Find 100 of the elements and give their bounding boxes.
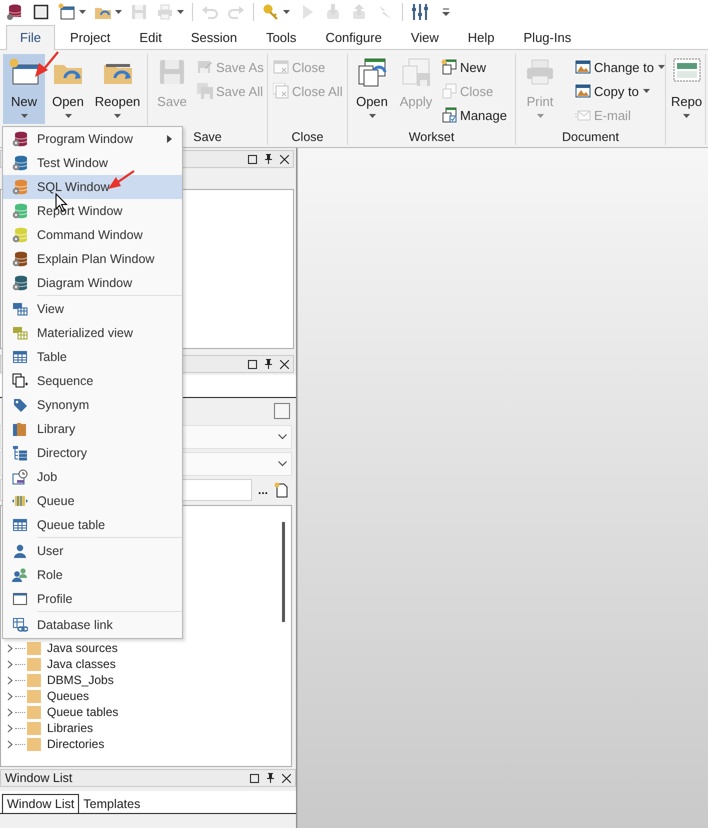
floppy-icon (130, 3, 148, 21)
ribbon-button[interactable]: Copy to (573, 79, 667, 103)
browse-button[interactable]: ... (258, 483, 268, 497)
ribbon-tab[interactable]: Edit (125, 25, 176, 50)
scrollbar[interactable] (282, 522, 285, 622)
menu-item[interactable]: Queue (3, 489, 182, 513)
menu-item[interactable]: Command Window (3, 223, 182, 247)
ribbon-button[interactable]: New (439, 55, 509, 79)
ribbon-tab[interactable]: Help (454, 25, 509, 50)
close-icon (280, 360, 289, 368)
caret-icon (177, 10, 184, 14)
caret-icon (114, 114, 121, 118)
pin-icon (264, 359, 273, 369)
folder-icon (27, 721, 41, 735)
menu-item[interactable]: Synonym (3, 393, 182, 417)
windows-icon (441, 83, 457, 99)
new-window-icon (58, 3, 76, 21)
link-icon (12, 617, 28, 633)
panel-tab[interactable]: Window List (2, 794, 80, 813)
caret-icon (368, 114, 376, 118)
floppies-icon (197, 83, 213, 99)
table-icon (12, 349, 28, 365)
ribbon-tab[interactable]: Plug-Ins (510, 25, 586, 50)
tree-item[interactable]: Java classes (47, 657, 116, 671)
view-icon (12, 325, 28, 341)
ribbon-tab[interactable]: Configure (311, 25, 396, 50)
tree-item[interactable]: Directories (47, 737, 104, 751)
ribbon-button[interactable]: Manage (439, 103, 509, 127)
ribbon-button[interactable]: Open (47, 54, 89, 124)
ribbon-button[interactable]: Open (351, 54, 393, 124)
ribbon-tab[interactable]: File (6, 25, 55, 50)
folder-icon (27, 673, 41, 687)
caret-icon (64, 114, 72, 118)
pin-icon (266, 773, 275, 783)
menu-item[interactable]: Job (3, 465, 182, 489)
maximize-icon (250, 774, 259, 782)
user-icon (12, 543, 28, 559)
menu-item[interactable]: Materialized view (3, 321, 182, 345)
windows-floppy-icon (400, 56, 432, 88)
caret-icon (115, 10, 122, 14)
stack-icon (12, 373, 28, 389)
folder-icon (27, 641, 41, 655)
sliders-icon (411, 3, 429, 21)
caret-icon (683, 114, 690, 118)
ribbon-button[interactable]: Repo (669, 54, 702, 124)
queue-icon (12, 493, 28, 509)
menu-item[interactable]: Profile (3, 587, 182, 611)
menu-item[interactable]: Sequence (3, 369, 182, 393)
menu-item[interactable]: Database link (3, 613, 182, 637)
tree-item[interactable]: Queue tables (47, 705, 118, 719)
tree-item[interactable]: Java sources (47, 641, 118, 655)
close-icon (280, 154, 289, 164)
group-label: Workset (408, 129, 454, 145)
undo-icon (201, 3, 219, 21)
panel-tab[interactable]: Templates (79, 795, 144, 813)
ribbon-button[interactable]: Reopen (91, 54, 144, 124)
caret-icon (642, 89, 650, 93)
menu-item[interactable]: Diagram Window (3, 271, 182, 295)
new-document-icon (274, 482, 288, 498)
pin-icon (264, 154, 273, 164)
database-icon (6, 3, 24, 21)
table-icon (12, 517, 28, 533)
windows-icon (356, 56, 388, 88)
download-icon (324, 3, 342, 21)
menu-item[interactable]: Program Window (3, 127, 182, 151)
menu-item[interactable]: Report Window (3, 199, 182, 223)
books-icon (12, 421, 28, 437)
menu-item[interactable]: Test Window (3, 151, 182, 175)
ribbon-tab[interactable]: View (396, 25, 453, 50)
tree-item[interactable]: Libraries (47, 721, 94, 735)
caret-icon (283, 10, 290, 14)
checkbox[interactable] (274, 403, 290, 419)
tag-icon (12, 397, 28, 413)
menu-item[interactable]: Table (3, 345, 182, 369)
menu-item[interactable]: User (3, 539, 182, 563)
ribbon-tab[interactable]: Session (176, 25, 252, 50)
maximize-icon (248, 154, 257, 164)
menu-item[interactable]: Library (3, 417, 182, 441)
menu-item[interactable]: Queue table (3, 513, 182, 537)
tree-item[interactable]: Queues (47, 689, 90, 703)
view-icon (12, 301, 28, 317)
group-label: Save (193, 129, 222, 145)
folder-icon (27, 657, 41, 671)
ribbon-button[interactable]: Change to (573, 55, 667, 79)
menu-item[interactable]: Directory (3, 441, 182, 465)
ribbon-button[interactable]: New (3, 54, 45, 124)
close-windows-icon (273, 83, 289, 99)
group-label: Document (562, 129, 619, 145)
caret-icon (79, 10, 86, 14)
clock-icon (12, 469, 28, 485)
menu-item[interactable]: View (3, 297, 182, 321)
menu-item[interactable]: Explain Plan Window (3, 247, 182, 271)
tree-item[interactable]: DBMS_Jobs (47, 673, 114, 687)
menu-item[interactable]: SQL Window (3, 175, 182, 199)
ribbon-tab[interactable]: Project (56, 25, 124, 50)
picture-frame-icon (575, 59, 591, 75)
maximize-icon (248, 360, 257, 368)
floppy-pencil-icon (197, 59, 213, 75)
ribbon-tab[interactable]: Tools (252, 25, 310, 50)
menu-item[interactable]: Role (3, 563, 182, 587)
